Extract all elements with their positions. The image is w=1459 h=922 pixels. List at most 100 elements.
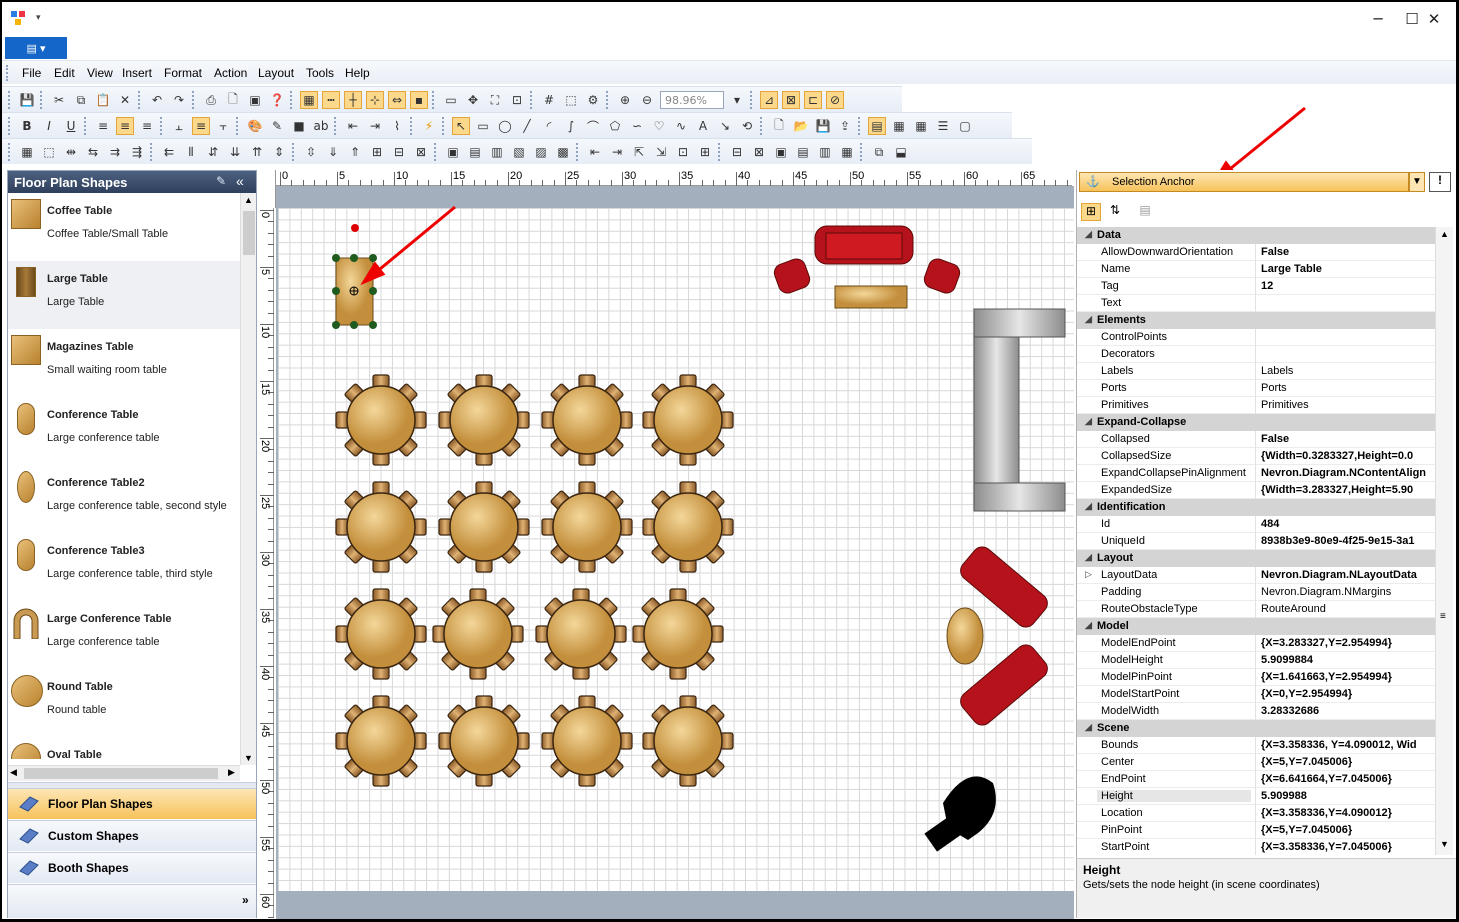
- property-row[interactable]: EndPoint {X=6.641664,Y=7.045006}: [1077, 771, 1435, 788]
- property-value[interactable]: 484: [1261, 518, 1435, 530]
- export-icon[interactable]: ⇪: [836, 117, 854, 135]
- property-row[interactable]: AllowDownwardOrientation False: [1077, 244, 1435, 261]
- layout-tool-icon[interactable]: ⊞: [696, 143, 714, 161]
- delete-icon[interactable]: ✕: [116, 91, 134, 109]
- connector-tool-icon[interactable]: ↘: [716, 117, 734, 135]
- property-value[interactable]: {Width=3.283327,Height=5.90: [1261, 484, 1435, 496]
- glue-icon[interactable]: ⊏: [804, 91, 822, 109]
- h-scroll-thumb[interactable]: [24, 768, 218, 779]
- bezier-tool-icon[interactable]: ∽: [628, 117, 646, 135]
- shape-item[interactable]: Large Table Large Table: [8, 261, 240, 329]
- lounge-sofa-group[interactable]: [772, 225, 962, 309]
- property-value[interactable]: False: [1261, 433, 1435, 445]
- cut-icon[interactable]: ✂: [50, 91, 68, 109]
- property-value[interactable]: 5.9099884: [1261, 654, 1435, 666]
- categorized-icon[interactable]: ⊞: [1081, 203, 1101, 221]
- property-row[interactable]: RouteObstacleType RouteAround: [1077, 601, 1435, 618]
- layout-tool-icon[interactable]: ⇓: [324, 143, 342, 161]
- property-row[interactable]: ModelHeight 5.9099884: [1077, 652, 1435, 669]
- ellipse-tool-icon[interactable]: ◯: [496, 117, 514, 135]
- layout-tool-icon[interactable]: ⧉: [870, 143, 888, 161]
- shape-list-scrollbar[interactable]: ▲ ▼: [240, 193, 256, 765]
- shape-item[interactable]: Conference Table2 Large conference table,…: [8, 465, 240, 533]
- rulers-icon[interactable]: ┅: [322, 91, 340, 109]
- property-value[interactable]: Ports: [1261, 382, 1435, 394]
- end-arrow-icon[interactable]: ⇥: [366, 117, 384, 135]
- property-row[interactable]: Location {X=3.358336,Y=4.090012}: [1077, 805, 1435, 822]
- nav-overflow[interactable]: »: [8, 884, 256, 918]
- chevron-more-icon[interactable]: »: [242, 893, 249, 907]
- scroll-left-icon[interactable]: ◀: [10, 767, 17, 778]
- property-scrollbar[interactable]: ▲ ≡ ▼: [1435, 227, 1453, 855]
- menu-tools[interactable]: Tools: [306, 66, 334, 80]
- property-row[interactable]: Ports Ports: [1077, 380, 1435, 397]
- redo-icon[interactable]: ↷: [170, 91, 188, 109]
- info-button[interactable]: !: [1429, 172, 1451, 192]
- lasso-tool-icon[interactable]: ⟲: [738, 117, 756, 135]
- property-row[interactable]: Height 5.909988: [1077, 788, 1435, 805]
- text-tool-icon[interactable]: A: [694, 117, 712, 135]
- print-icon[interactable]: ⎙: [202, 91, 220, 109]
- property-value[interactable]: {X=3.283327,Y=2.954994}: [1261, 637, 1435, 649]
- layout-tool-icon[interactable]: ⇲: [652, 143, 670, 161]
- property-row[interactable]: Padding Nevron.Diagram.NMargins: [1077, 584, 1435, 601]
- save-drawing-icon[interactable]: 💾: [814, 117, 832, 135]
- property-value[interactable]: {X=0,Y=2.954994}: [1261, 688, 1435, 700]
- align-top-icon[interactable]: ⫠: [170, 117, 188, 135]
- undo-icon[interactable]: ↶: [148, 91, 166, 109]
- property-value[interactable]: 3.28332686: [1261, 705, 1435, 717]
- spline-tool-icon[interactable]: ∿: [672, 117, 690, 135]
- layout-tool-icon[interactable]: ▨: [532, 143, 550, 161]
- shape-item[interactable]: Magazines Table Small waiting room table: [8, 329, 240, 397]
- property-row[interactable]: ▷ LayoutData Nevron.Diagram.NLayoutData: [1077, 567, 1435, 584]
- layout-tool-icon[interactable]: ⇳: [302, 143, 320, 161]
- layout-tool-icon[interactable]: ⇕: [270, 143, 288, 161]
- nav-floor-plan-shapes[interactable]: Floor Plan Shapes: [8, 788, 256, 819]
- property-row[interactable]: ModelEndPoint {X=3.283327,Y=2.954994}: [1077, 635, 1435, 652]
- layout-tool-icon[interactable]: ▣: [444, 143, 462, 161]
- stretch-icon[interactable]: ⇔: [388, 91, 406, 109]
- app-menu-button[interactable]: ▤ ▾: [5, 37, 67, 59]
- layout-tool-icon[interactable]: ▤: [794, 143, 812, 161]
- line-style-icon[interactable]: ⌇: [388, 117, 406, 135]
- zoom-dropdown-icon[interactable]: ▾: [728, 91, 746, 109]
- property-value[interactable]: 12: [1261, 280, 1435, 292]
- italic-icon[interactable]: I: [40, 117, 58, 135]
- layout-tool-icon[interactable]: ▦: [18, 143, 36, 161]
- zoom-out-icon[interactable]: ⊖: [638, 91, 656, 109]
- snap-options-icon[interactable]: ⬚: [562, 91, 580, 109]
- print-preview-icon[interactable]: 🗋: [224, 91, 242, 109]
- pointer-tool-icon[interactable]: ↖: [452, 117, 470, 135]
- counter-shape[interactable]: [973, 308, 1066, 512]
- piano-shape[interactable]: [924, 776, 996, 852]
- guidelines-icon[interactable]: ┼: [344, 91, 362, 109]
- layout-tool-icon[interactable]: ▦: [838, 143, 856, 161]
- align-left-icon[interactable]: ≡: [94, 117, 112, 135]
- layout-tool-icon[interactable]: ⊟: [390, 143, 408, 161]
- underline-icon[interactable]: U: [62, 117, 80, 135]
- ports-icon[interactable]: ⊠: [782, 91, 800, 109]
- layout-tool-icon[interactable]: ⇑: [346, 143, 364, 161]
- zoom-window-icon[interactable]: ⊡: [508, 91, 526, 109]
- property-row[interactable]: Center {X=5,Y=7.045006}: [1077, 754, 1435, 771]
- property-category[interactable]: ◢ Identification: [1077, 499, 1435, 516]
- edit-library-icon[interactable]: ✎: [216, 174, 226, 188]
- collapse-triangle-icon[interactable]: ◢: [1085, 722, 1092, 733]
- collapse-triangle-icon[interactable]: ◢: [1085, 229, 1092, 240]
- property-row[interactable]: Text: [1077, 295, 1435, 312]
- property-category[interactable]: ◢ Layout: [1077, 550, 1435, 567]
- paste-icon[interactable]: 📋: [94, 91, 112, 109]
- layout-tool-icon[interactable]: ▧: [510, 143, 528, 161]
- drawing-canvas[interactable]: [278, 208, 1074, 891]
- polygon-tool-icon[interactable]: ⬠: [606, 117, 624, 135]
- menu-layout[interactable]: Layout: [258, 66, 294, 80]
- stroke-icon[interactable]: ✎: [268, 117, 286, 135]
- auto-layout-icon[interactable]: ⛶: [486, 91, 504, 109]
- layout-tool-icon[interactable]: ▤: [466, 143, 484, 161]
- text-style-icon[interactable]: ab: [312, 117, 330, 135]
- scroll-up-icon[interactable]: ▲: [1440, 229, 1449, 239]
- layout-tool-icon[interactable]: ⇉: [106, 143, 124, 161]
- nav-booth-shapes[interactable]: Booth Shapes: [8, 852, 256, 883]
- shape-item[interactable]: Conference Table3 Large conference table,…: [8, 533, 240, 601]
- layout-tool-icon[interactable]: ⇇: [160, 143, 178, 161]
